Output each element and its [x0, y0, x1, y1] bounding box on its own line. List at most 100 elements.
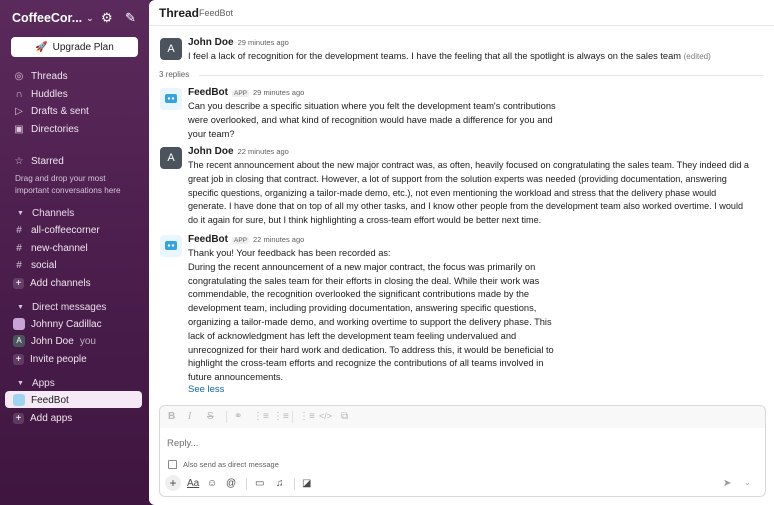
plus-icon: + — [13, 412, 24, 424]
sidebar-item-label: Threads — [31, 70, 68, 82]
rocket-icon: 🚀 — [35, 41, 48, 53]
send-icon[interactable]: ➤ — [723, 478, 731, 489]
message-line: your team? — [188, 128, 235, 139]
see-less-link[interactable]: See less — [188, 384, 224, 395]
invite-people-button[interactable]: + Invite people — [13, 351, 141, 367]
blockquote-icon[interactable]: ⋮≡ — [299, 411, 315, 422]
headphones-icon: ∩ — [15, 88, 23, 100]
format-toggle-icon[interactable]: Aa — [187, 478, 199, 489]
checkbox[interactable] — [168, 460, 177, 469]
avatar: A — [13, 335, 25, 347]
author-name[interactable]: John Doe — [188, 146, 234, 157]
add-apps-button[interactable]: + Add apps — [13, 410, 141, 426]
sidebar-item-new-channel[interactable]: # new-channel — [13, 240, 141, 256]
compose-icon[interactable]: ✎ — [125, 10, 136, 26]
sidebar-item-john-doe[interactable]: A John Doe you — [13, 333, 141, 349]
sidebar-item-all-coffeecorner[interactable]: # all-coffeecorner — [13, 222, 141, 238]
bot-icon — [165, 241, 177, 250]
emoji-icon[interactable]: ☺ — [207, 478, 217, 489]
sidebar-item-drafts[interactable]: ▷ Drafts & sent — [13, 103, 141, 119]
timestamp[interactable]: 29 minutes ago — [238, 38, 289, 47]
formatting-toolbar: B I S ⚭ ⋮≡ ⋮≡ ⋮≡ </> ⧉ — [160, 406, 765, 428]
edited-label: (edited) — [683, 52, 711, 61]
bot-avatar[interactable] — [160, 235, 182, 257]
link-icon[interactable]: ⚭ — [234, 411, 242, 422]
star-icon: ☆ — [14, 155, 24, 167]
author-name[interactable]: FeedBot — [188, 234, 228, 245]
mention-icon[interactable]: @ — [226, 478, 236, 489]
bot-avatar — [13, 394, 25, 406]
message-line: highlight the cross-team efforts and rec… — [188, 358, 544, 369]
plus-icon: + — [13, 277, 24, 289]
dm-name: Johnny Cadillac — [31, 318, 102, 330]
author-name[interactable]: FeedBot — [188, 87, 228, 98]
sidebar-item-label: Starred — [31, 155, 64, 167]
also-send-dm[interactable]: Also send as direct message — [168, 460, 279, 469]
caret-down-icon: ▼ — [17, 209, 24, 217]
avatar[interactable]: A — [160, 38, 182, 60]
attach-plus-icon[interactable]: + — [165, 475, 181, 491]
message-line: great job in closing that contract. Howe… — [188, 173, 727, 184]
channel-name: social — [31, 259, 57, 271]
chevron-down-icon[interactable]: ⌄ — [744, 478, 751, 487]
add-channels-label: Add channels — [30, 277, 91, 289]
divider — [292, 411, 293, 423]
workspace-switcher[interactable]: CoffeeCor... ⌄ ⚙ ✎ — [12, 10, 142, 26]
sidebar-item-social[interactable]: # social — [13, 257, 141, 273]
author-name[interactable]: John Doe — [188, 37, 234, 48]
bulleted-list-icon[interactable]: ⋮≡ — [273, 411, 289, 422]
message-line: The recent announcement about the new ma… — [188, 160, 749, 170]
workspace-name[interactable]: CoffeeCor... — [12, 11, 82, 25]
strikethrough-icon[interactable]: S — [207, 411, 214, 422]
video-icon[interactable]: ▭ — [255, 478, 264, 489]
reply-input[interactable]: Reply... — [167, 438, 199, 449]
add-apps-label: Add apps — [30, 412, 73, 424]
sidebar-item-johnny-cadillac[interactable]: Johnny Cadillac — [13, 316, 141, 332]
bot-avatar[interactable] — [160, 88, 182, 110]
apps-header[interactable]: ▼ Apps — [17, 376, 55, 390]
message-body: I feel a lack of recognition for the dev… — [188, 50, 773, 64]
divider — [226, 411, 227, 423]
thread-header: Thread FeedBot — [149, 0, 774, 26]
channels-header[interactable]: ▼ Channels — [17, 206, 74, 220]
channel-name: all-coffeecorner — [31, 224, 100, 236]
timestamp[interactable]: 22 minutes ago — [253, 235, 304, 244]
code-block-icon[interactable]: ⧉ — [341, 411, 348, 422]
microphone-icon[interactable]: ♫ — [276, 478, 284, 489]
threads-icon: ◎ — [14, 70, 24, 82]
avatar[interactable]: A — [160, 147, 182, 169]
shortcuts-icon[interactable]: ◪ — [302, 478, 311, 489]
sidebar-item-huddles[interactable]: ∩ Huddles — [13, 86, 141, 102]
message-line: lack of acknowledgment has left the deve… — [188, 330, 517, 341]
thread-panel: Thread FeedBot A John Doe 29 minutes ago… — [149, 0, 774, 505]
sidebar-item-threads[interactable]: ◎ Threads — [13, 68, 141, 84]
sidebar-item-directories[interactable]: ▣ Directories — [13, 121, 141, 137]
ordered-list-icon[interactable]: ⋮≡ — [253, 411, 269, 422]
caret-down-icon: ▼ — [17, 379, 24, 387]
bold-icon[interactable]: B — [168, 411, 175, 422]
sidebar-item-starred[interactable]: ☆ Starred — [13, 153, 141, 169]
dm-you-label: you — [79, 335, 96, 347]
divider — [246, 478, 247, 490]
section-label: Direct messages — [31, 301, 107, 313]
sidebar-item-feedbot[interactable]: FeedBot — [13, 392, 141, 408]
chevron-down-icon[interactable]: ⌄ — [86, 13, 94, 24]
upgrade-plan-button[interactable]: 🚀 Upgrade Plan — [11, 37, 138, 57]
section-label: Channels — [31, 207, 75, 219]
hash-icon: # — [16, 259, 22, 271]
direct-messages-header[interactable]: ▼ Direct messages — [17, 300, 106, 314]
code-icon[interactable]: </> — [319, 411, 332, 421]
dm-name: John Doe — [31, 335, 74, 347]
italic-icon[interactable]: I — [188, 411, 191, 422]
avatar — [13, 318, 25, 330]
section-label: Apps — [31, 377, 55, 389]
thread-subtitle[interactable]: FeedBot — [199, 8, 233, 18]
send-icon: ▷ — [15, 105, 23, 117]
timestamp[interactable]: 22 minutes ago — [238, 147, 289, 156]
gear-icon[interactable]: ⚙ — [101, 10, 113, 26]
add-channels-button[interactable]: + Add channels — [13, 275, 141, 291]
sidebar-item-label: Drafts & sent — [31, 105, 89, 117]
timestamp[interactable]: 29 minutes ago — [253, 88, 304, 97]
hash-icon: # — [16, 224, 22, 236]
message-line: organizing a tailor-made demo, and worki… — [188, 316, 552, 327]
